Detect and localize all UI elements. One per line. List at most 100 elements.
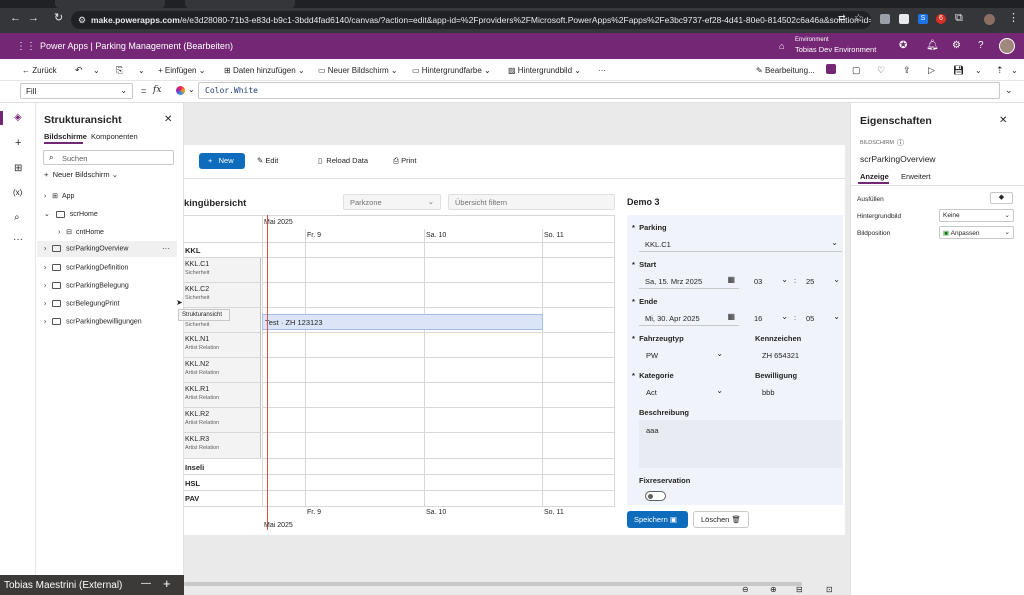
start-date-picker[interactable]: Sa, 15. Mrz 2025 ▦ (639, 273, 739, 289)
reload-icon[interactable]: ↻ (54, 13, 63, 24)
tree-item-scrbelegungprint[interactable]: › scrBelegungPrint (44, 300, 119, 307)
add-button[interactable]: + (163, 576, 171, 591)
minimize-button[interactable]: — (141, 578, 151, 589)
share-icon[interactable]: ⇪ (903, 65, 911, 76)
table-row[interactable]: KKL.C2 Sicherheit (184, 283, 261, 308)
end-date-picker[interactable]: Mi, 30. Apr 2025 ▦ (639, 310, 739, 326)
close-icon[interactable]: ✕ (999, 115, 1007, 126)
save-button[interactable]: Speichern ▣ (627, 511, 688, 528)
puzzle-extensions-icon[interactable]: ⧉ (955, 13, 963, 24)
table-row[interactable] (262, 358, 615, 383)
fill-picker-button[interactable]: ◆ (990, 192, 1013, 204)
category-dropdown[interactable]: Act ⌄ (639, 384, 727, 400)
background-color-button[interactable]: ▭ Hintergrundfarbe ⌄ (412, 66, 491, 75)
table-row[interactable] (262, 408, 615, 433)
bookmark-star-icon[interactable]: ☆ (854, 13, 863, 24)
chevron-down-icon[interactable]: ⌄ (188, 85, 195, 94)
skype-extension-icon[interactable]: S (918, 14, 928, 24)
environment-name[interactable]: Tobias Dev Environment (795, 45, 876, 54)
browser-tab[interactable] (185, 0, 295, 8)
overview-filter-input[interactable]: Übersicht filtern (448, 194, 615, 210)
translate-icon[interactable]: ⇄ (838, 13, 846, 24)
add-data-button[interactable]: ⊞ Daten hinzufügen ⌄ (224, 66, 305, 75)
browser-tab[interactable] (55, 0, 165, 8)
tree-item-scrparkingoverview[interactable]: › scrParkingOverview (44, 245, 128, 252)
booking-bar[interactable]: Test · ZH 123123 (262, 314, 543, 330)
tree-view-icon[interactable]: ◈ (14, 112, 22, 123)
tab-screens[interactable]: Bildschirme (44, 132, 87, 141)
table-row[interactable] (184, 243, 615, 258)
description-textarea[interactable]: aaa (639, 420, 842, 468)
copilot-icon[interactable]: ✪ (899, 40, 907, 51)
table-row[interactable] (262, 383, 615, 408)
tree-item-scrhome[interactable]: ⌄ scrHome (44, 210, 98, 218)
table-row[interactable]: KKL.N1 Artist Relation (184, 333, 261, 358)
browser-menu-icon[interactable]: ⋮ (1008, 13, 1019, 24)
insert-plus-icon[interactable]: + (15, 137, 21, 149)
expand-formula-icon[interactable]: ⌄ (1005, 85, 1013, 96)
camera-extension-icon[interactable] (880, 14, 890, 24)
chevron-down-icon[interactable]: ⌄ (1011, 66, 1018, 75)
new-button[interactable]: + New (199, 153, 245, 169)
tab-display[interactable]: Anzeige (860, 172, 889, 181)
app-checker-icon[interactable] (826, 64, 836, 74)
permit-input[interactable]: bbb (755, 384, 842, 400)
chevron-down-icon[interactable]: ⌄ (975, 66, 982, 75)
new-screen-button[interactable]: ▭ Neuer Bildschirm ⌄ (318, 66, 398, 75)
help-icon[interactable]: ⓘ (897, 138, 904, 148)
reload-data-button[interactable]: ▯ Reload Data (318, 156, 368, 165)
comment-icon[interactable]: ▢ (852, 65, 861, 76)
forward-arrow-icon[interactable]: → (28, 13, 39, 24)
tree-item-app[interactable]: › ⊞ App (44, 192, 74, 200)
table-row[interactable] (184, 475, 615, 491)
search-icon[interactable]: ⌕ (14, 212, 20, 223)
end-hour-dropdown[interactable]: 16 ⌄ (750, 310, 790, 326)
zoom-icon[interactable]: ⊡ (826, 585, 833, 594)
tree-item-scrparkingbewilligungen[interactable]: › scrParkingbewilligungen (44, 318, 142, 325)
table-row[interactable]: KKL.N2 Artist Relation (184, 358, 261, 383)
property-dropdown[interactable]: Fill ⌄ (20, 83, 133, 99)
delete-button[interactable]: Löschen 🗑︎ (693, 511, 749, 528)
bg-image-dropdown[interactable]: Keine ⌄ (939, 209, 1014, 222)
horizontal-scrollbar[interactable] (184, 582, 802, 586)
publish-icon[interactable]: ⇡ (996, 65, 1004, 76)
zoom-icon[interactable]: ⊖ (742, 585, 749, 594)
extension-badge-icon[interactable]: 6 (936, 14, 946, 24)
parking-dropdown[interactable]: KKL.C1 ⌄ (639, 236, 842, 252)
address-bar[interactable]: ⚙ make.powerapps.com/e/e3d28080-71b3-e83… (71, 11, 871, 29)
chevron-down-icon[interactable]: ⌄ (138, 66, 145, 75)
data-grid-icon[interactable]: ⊞ (14, 163, 22, 174)
plate-input[interactable]: ZH 654321 (755, 347, 842, 363)
waffle-icon[interactable]: ⋮⋮ (16, 41, 36, 52)
bg-position-dropdown[interactable]: ▣ Anpassen ⌄ (939, 226, 1014, 239)
more-commands-button[interactable]: ··· (598, 66, 606, 75)
end-minute-dropdown[interactable]: 05 ⌄ (800, 310, 842, 326)
preview-play-icon[interactable]: ▷ (928, 65, 935, 76)
user-avatar[interactable] (999, 38, 1015, 54)
more-icon[interactable]: ··· (13, 234, 23, 245)
paste-icon[interactable]: ⎘ (116, 65, 123, 76)
table-row[interactable] (262, 283, 615, 308)
tree-item-scrparkingbelegung[interactable]: › scrParkingBelegung (44, 282, 129, 289)
variables-icon[interactable]: (x) (13, 188, 22, 197)
table-row[interactable]: KKL.R1 Artist Relation (184, 383, 261, 408)
notifications-bell-icon[interactable]: 🔔︎ (926, 40, 939, 51)
vehicle-type-dropdown[interactable]: PW ⌄ (639, 347, 727, 363)
site-info-icon[interactable]: ⚙ (78, 11, 86, 29)
parkzone-dropdown[interactable]: Parkzone ⌄ (343, 194, 441, 210)
formula-input[interactable]: Color.White (198, 82, 1000, 99)
zoom-icon[interactable]: ⊕ (770, 585, 777, 594)
new-screen-button[interactable]: + Neuer Bildschirm ⌄ (44, 170, 118, 179)
settings-gear-icon[interactable]: ⚙ (952, 40, 961, 51)
table-row[interactable] (262, 433, 615, 459)
search-input[interactable]: ⌕ Suchen (43, 150, 174, 165)
help-icon[interactable]: ? (978, 40, 984, 51)
start-minute-dropdown[interactable]: 25 ⌄ (800, 273, 842, 289)
profile-avatar[interactable] (984, 14, 995, 25)
table-row[interactable] (262, 258, 615, 283)
edit-button[interactable]: ✎ Edit (257, 156, 278, 165)
background-image-button[interactable]: ▨ Hintergrundbild ⌄ (508, 66, 581, 75)
tab-advanced[interactable]: Erweitert (901, 172, 931, 181)
table-row[interactable] (184, 491, 615, 507)
table-row[interactable]: KKL.C1 Sicherheit (184, 258, 261, 283)
